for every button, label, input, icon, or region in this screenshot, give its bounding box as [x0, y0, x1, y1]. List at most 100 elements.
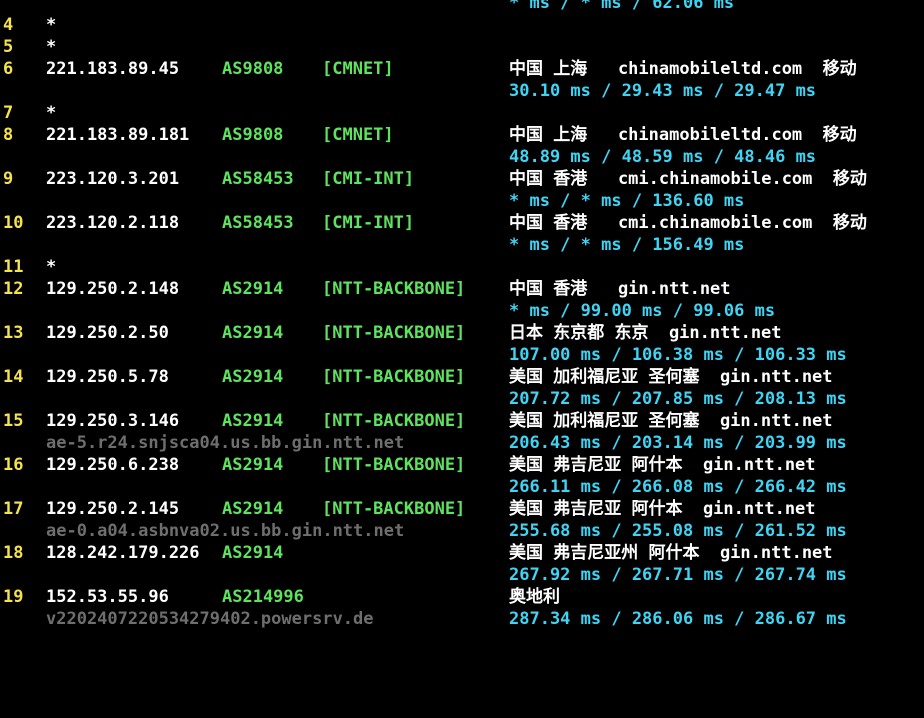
hop-number: 16 — [3, 455, 24, 475]
line-latency-14: 207.72 ms / 207.85 ms / 208.13 ms — [0, 388, 924, 410]
geo-info: 中国 香港 cmi.chinamobile.com 移动 — [509, 169, 867, 189]
geo-info: 美国 弗吉尼亚 阿什本 gin.ntt.net — [509, 455, 816, 475]
network-tag: [NTT-BACKBONE] — [322, 499, 466, 519]
network-tag: [CMNET] — [322, 125, 394, 145]
line-hop-16: 16 129.250.6.238 AS2914 [NTT-BACKBONE] 美… — [0, 454, 924, 476]
latency: * ms / 99.00 ms / 99.06 ms — [509, 301, 776, 321]
reverse-dns: ae-0.a04.asbnva02.us.bb.gin.ntt.net — [46, 521, 405, 541]
timeout-marker: * — [46, 37, 57, 57]
latency: 30.10 ms / 29.43 ms / 29.47 ms — [509, 81, 817, 101]
hop-number: 9 — [3, 169, 14, 189]
hop-number: 8 — [3, 125, 14, 145]
asn: AS214996 — [222, 587, 304, 607]
asn: AS2914 — [222, 323, 284, 343]
asn: AS2914 — [222, 367, 284, 387]
terminal-output[interactable]: * ms / * ms / 62.06 ms 4 * 5 * 6 221.183… — [0, 0, 924, 630]
line-hop-4: 4 * — [0, 14, 924, 36]
hop-number: 19 — [3, 587, 24, 607]
geo-info: 中国 香港 gin.ntt.net — [509, 279, 731, 299]
line-latency-19: v2202407220534279402.powersrv.de 287.34 … — [0, 608, 924, 630]
hop-number: 10 — [3, 213, 24, 233]
ip-address: 129.250.2.145 — [46, 499, 180, 519]
latency: 207.72 ms / 207.85 ms / 208.13 ms — [509, 389, 847, 409]
network-tag: [NTT-BACKBONE] — [322, 455, 466, 475]
line-hop-13: 13 129.250.2.50 AS2914 [NTT-BACKBONE] 日本… — [0, 322, 924, 344]
network-tag: [NTT-BACKBONE] — [322, 367, 466, 387]
line-hop-9: 9 223.120.3.201 AS58453 [CMI-INT] 中国 香港 … — [0, 168, 924, 190]
network-tag: [NTT-BACKBONE] — [322, 279, 466, 299]
line-hop-14: 14 129.250.5.78 AS2914 [NTT-BACKBONE] 美国… — [0, 366, 924, 388]
hop-number: 17 — [3, 499, 24, 519]
latency: * ms / * ms / 62.06 ms — [509, 0, 735, 13]
ip-address: 129.250.6.238 — [46, 455, 180, 475]
hop-number: 6 — [3, 59, 14, 79]
line-hop-6: 6 221.183.89.45 AS9808 [CMNET] 中国 上海 chi… — [0, 58, 924, 80]
line-hop-8: 8 221.183.89.181 AS9808 [CMNET] 中国 上海 ch… — [0, 124, 924, 146]
hop-number: 11 — [3, 257, 24, 277]
ip-address: 223.120.2.118 — [46, 213, 180, 233]
timeout-marker: * — [46, 257, 57, 277]
asn: AS58453 — [222, 169, 294, 189]
line-latency-17: ae-0.a04.asbnva02.us.bb.gin.ntt.net 255.… — [0, 520, 924, 542]
line-latency-12: * ms / 99.00 ms / 99.06 ms — [0, 300, 924, 322]
geo-info: 美国 弗吉尼亚 阿什本 gin.ntt.net — [509, 499, 816, 519]
network-tag: [NTT-BACKBONE] — [322, 323, 466, 343]
asn: AS2914 — [222, 543, 284, 563]
asn: AS2914 — [222, 455, 284, 475]
latency: 287.34 ms / 286.06 ms / 286.67 ms — [509, 609, 847, 629]
timeout-marker: * — [46, 15, 57, 35]
geo-info: 日本 东京都 东京 gin.ntt.net — [509, 323, 782, 343]
asn: AS2914 — [222, 499, 284, 519]
network-tag: [CMI-INT] — [322, 169, 415, 189]
latency: * ms / * ms / 136.60 ms — [509, 191, 745, 211]
timeout-marker: * — [46, 103, 57, 123]
hop-number: 15 — [3, 411, 24, 431]
network-tag: [CMNET] — [322, 59, 394, 79]
latency: 107.00 ms / 106.38 ms / 106.33 ms — [509, 345, 847, 365]
line-hop-19: 19 152.53.55.96 AS214996 奥地利 — [0, 586, 924, 608]
asn: AS2914 — [222, 411, 284, 431]
asn: AS9808 — [222, 59, 284, 79]
geo-info: 美国 加利福尼亚 圣何塞 gin.ntt.net — [509, 411, 833, 431]
network-tag: [CMI-INT] — [322, 213, 415, 233]
asn: AS2914 — [222, 279, 284, 299]
geo-info: 美国 弗吉尼亚州 阿什本 gin.ntt.net — [509, 543, 833, 563]
reverse-dns: v2202407220534279402.powersrv.de — [46, 609, 374, 629]
line-latency-9: * ms / * ms / 136.60 ms — [0, 190, 924, 212]
line-hop-11: 11 * — [0, 256, 924, 278]
hop-number: 4 — [3, 15, 14, 35]
hop-number: 7 — [3, 103, 14, 123]
ip-address: 221.183.89.45 — [46, 59, 180, 79]
line-latency-15: ae-5.r24.snjsca04.us.bb.gin.ntt.net 206.… — [0, 432, 924, 454]
latency: 48.89 ms / 48.59 ms / 48.46 ms — [509, 147, 817, 167]
geo-info: 奥地利 — [509, 587, 560, 607]
hop-number: 14 — [3, 367, 24, 387]
latency: * ms / * ms / 156.49 ms — [509, 235, 745, 255]
geo-info: 美国 加利福尼亚 圣何塞 gin.ntt.net — [509, 367, 833, 387]
latency: 206.43 ms / 203.14 ms / 203.99 ms — [509, 433, 847, 453]
asn: AS9808 — [222, 125, 284, 145]
line-hop-7: 7 * — [0, 102, 924, 124]
ip-address: 129.250.3.146 — [46, 411, 180, 431]
latency: 267.92 ms / 267.71 ms / 267.74 ms — [509, 565, 847, 585]
line-hop-17: 17 129.250.2.145 AS2914 [NTT-BACKBONE] 美… — [0, 498, 924, 520]
geo-info: 中国 上海 chinamobileltd.com 移动 — [509, 125, 857, 145]
ip-address: 128.242.179.226 — [46, 543, 200, 563]
line-latency-8: 48.89 ms / 48.59 ms / 48.46 ms — [0, 146, 924, 168]
ip-address: 129.250.2.148 — [46, 279, 180, 299]
ip-address: 152.53.55.96 — [46, 587, 169, 607]
hop-number: 13 — [3, 323, 24, 343]
ip-address: 223.120.3.201 — [46, 169, 180, 189]
geo-info: 中国 香港 cmi.chinamobile.com 移动 — [509, 213, 867, 233]
ip-address: 129.250.5.78 — [46, 367, 169, 387]
ip-address: 129.250.2.50 — [46, 323, 169, 343]
line-hop-5: 5 * — [0, 36, 924, 58]
ip-address: 221.183.89.181 — [46, 125, 190, 145]
hop-number: 18 — [3, 543, 24, 563]
geo-info: 中国 上海 chinamobileltd.com 移动 — [509, 59, 857, 79]
line-0: * ms / * ms / 62.06 ms — [0, 0, 924, 14]
line-hop-10: 10 223.120.2.118 AS58453 [CMI-INT] 中国 香港… — [0, 212, 924, 234]
line-latency-18: 267.92 ms / 267.71 ms / 267.74 ms — [0, 564, 924, 586]
line-hop-12: 12 129.250.2.148 AS2914 [NTT-BACKBONE] 中… — [0, 278, 924, 300]
latency: 255.68 ms / 255.08 ms / 261.52 ms — [509, 521, 847, 541]
